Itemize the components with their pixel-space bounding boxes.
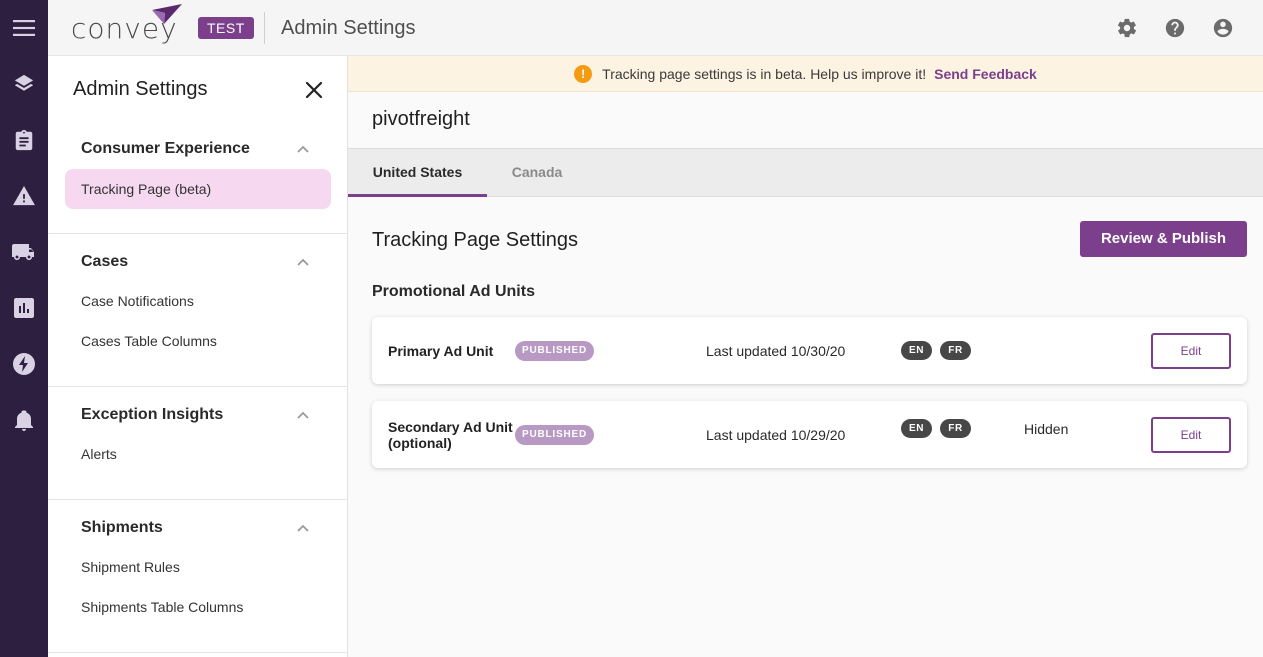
admin-settings-panel: Admin Settings Consumer Experience Track… [48, 56, 348, 657]
sidebar-item-cases-table-columns[interactable]: Cases Table Columns [65, 321, 331, 361]
bolt-icon[interactable] [10, 350, 38, 378]
tab-canada[interactable]: Canada [487, 149, 587, 197]
logo-arrow-icon [152, 4, 182, 24]
panel-title: Admin Settings [73, 78, 208, 100]
section-divider [48, 386, 347, 387]
section-divider [48, 499, 347, 500]
clipboard-icon[interactable] [10, 126, 38, 154]
ad-unit-name: Primary Ad Unit [388, 343, 494, 359]
top-header: convey TEST Admin Settings [48, 0, 1263, 56]
warning-icon: ! [574, 64, 593, 83]
language-badge-en: EN [901, 419, 932, 438]
chevron-up-icon[interactable] [296, 410, 310, 420]
section-consumer-experience[interactable]: Consumer Experience [81, 140, 250, 158]
section-subtitle: Promotional Ad Units [372, 283, 535, 300]
language-badge-en: EN [901, 341, 932, 360]
close-icon[interactable] [304, 80, 324, 100]
sidebar-item-case-notifications[interactable]: Case Notifications [65, 281, 331, 321]
header-divider [264, 12, 265, 44]
edit-button[interactable]: Edit [1151, 417, 1231, 453]
menu-icon[interactable] [10, 14, 38, 42]
account-name: pivotfreight [372, 108, 470, 130]
edit-button[interactable]: Edit [1151, 333, 1231, 369]
chevron-up-icon[interactable] [296, 523, 310, 533]
status-badge: PUBLISHED [515, 341, 594, 361]
main-content: ! Tracking page settings is in beta. Hel… [348, 56, 1263, 657]
last-updated: Last updated 10/30/20 [706, 343, 846, 359]
tab-united-states[interactable]: United States [348, 149, 487, 197]
section-cases[interactable]: Cases [81, 253, 128, 271]
app-nav-rail [0, 0, 48, 657]
truck-icon[interactable] [10, 238, 38, 266]
gear-icon[interactable] [1115, 16, 1139, 40]
language-badge-fr: FR [940, 341, 971, 360]
section-divider [48, 652, 347, 653]
review-publish-button[interactable]: Review & Publish [1080, 221, 1247, 257]
section-shipments[interactable]: Shipments [81, 519, 163, 537]
visibility-status: Hidden [1024, 421, 1069, 437]
ad-unit-card: Primary Ad Unit PUBLISHED Last updated 1… [372, 317, 1247, 384]
bell-icon[interactable] [10, 406, 38, 434]
page-title: Admin Settings [281, 17, 416, 39]
settings-title: Tracking Page Settings [372, 229, 579, 251]
beta-banner: ! Tracking page settings is in beta. Hel… [348, 56, 1263, 92]
help-icon[interactable] [1163, 16, 1187, 40]
chevron-up-icon[interactable] [296, 257, 310, 267]
account-icon[interactable] [1211, 16, 1235, 40]
last-updated: Last updated 10/29/20 [706, 427, 846, 443]
environment-badge: TEST [198, 17, 254, 39]
sidebar-item-tracking-page[interactable]: Tracking Page (beta) [65, 169, 331, 209]
sidebar-item-shipments-table-columns[interactable]: Shipments Table Columns [65, 587, 331, 627]
layers-icon[interactable] [10, 70, 38, 98]
warning-icon[interactable] [10, 182, 38, 210]
beta-message: Tracking page settings is in beta. Help … [602, 65, 927, 82]
language-badge-fr: FR [940, 419, 971, 438]
sidebar-item-shipment-rules[interactable]: Shipment Rules [65, 547, 331, 587]
section-divider [48, 233, 347, 234]
ad-unit-card: Secondary Ad Unit (optional) PUBLISHED L… [372, 401, 1247, 468]
region-tabs: United States Canada [348, 148, 1263, 197]
chevron-up-icon[interactable] [296, 144, 310, 154]
bar-chart-icon[interactable] [10, 294, 38, 322]
send-feedback-link[interactable]: Send Feedback [934, 66, 1037, 82]
section-exception-insights[interactable]: Exception Insights [81, 406, 223, 424]
status-badge: PUBLISHED [515, 425, 594, 445]
sidebar-item-alerts[interactable]: Alerts [65, 434, 331, 474]
ad-unit-name: Secondary Ad Unit (optional) [388, 419, 513, 451]
